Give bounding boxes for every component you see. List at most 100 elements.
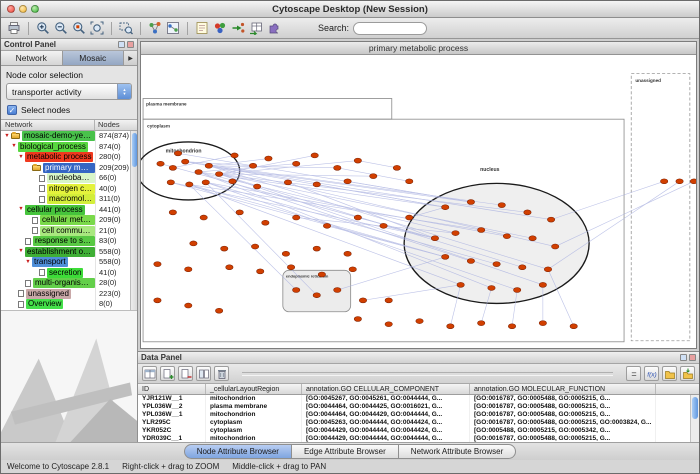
network-node[interactable] bbox=[154, 262, 161, 267]
network-canvas[interactable]: plasma membranecytoplasmmitochondrionnuc… bbox=[141, 55, 696, 348]
tree-row[interactable]: cellular metabolic process209(0) bbox=[1, 215, 130, 226]
tree-row[interactable]: ▼biological_process874(0) bbox=[1, 142, 130, 153]
create-attribute-icon[interactable] bbox=[160, 366, 175, 381]
network-node[interactable] bbox=[354, 317, 361, 322]
import-attributes-icon[interactable] bbox=[680, 366, 695, 381]
tree-scrollbar-thumb[interactable] bbox=[132, 133, 137, 167]
network-node[interactable] bbox=[215, 308, 222, 313]
network-node[interactable] bbox=[282, 251, 289, 256]
network-node[interactable] bbox=[344, 251, 351, 256]
network-node[interactable] bbox=[442, 254, 449, 259]
network-node[interactable] bbox=[488, 285, 495, 290]
zoom-window-button[interactable] bbox=[31, 5, 39, 13]
network-edge[interactable] bbox=[288, 182, 435, 238]
network-node[interactable] bbox=[313, 293, 320, 298]
tree-row[interactable]: ▼transport558(0) bbox=[1, 257, 130, 268]
network-node[interactable] bbox=[323, 223, 330, 228]
network-node[interactable] bbox=[370, 174, 377, 179]
select-attributes-icon[interactable] bbox=[142, 366, 157, 381]
network-node[interactable] bbox=[154, 298, 161, 303]
network-node[interactable] bbox=[452, 231, 459, 236]
network-node[interactable] bbox=[503, 234, 510, 239]
table-row[interactable]: YKR052Ccytoplasm[GO:0044429, GO:0044444,… bbox=[138, 427, 699, 435]
import-table-icon[interactable] bbox=[248, 20, 264, 36]
table-row[interactable]: YDR039C__1mitochondrion[GO:0044429, GO:0… bbox=[138, 435, 699, 442]
network-node[interactable] bbox=[547, 217, 554, 222]
network-node[interactable] bbox=[181, 159, 188, 164]
expander-icon[interactable]: ▼ bbox=[3, 134, 11, 140]
expander-icon[interactable]: ▼ bbox=[17, 207, 25, 213]
network-node[interactable] bbox=[231, 153, 238, 158]
tab-edge-attribute-browser[interactable]: Edge Attribute Browser bbox=[292, 444, 399, 459]
network-node[interactable] bbox=[262, 220, 269, 225]
table-row[interactable]: YLR295Ccytoplasm[GO:0045263, GO:0044444,… bbox=[138, 419, 699, 427]
table-scrollbar[interactable] bbox=[690, 395, 699, 442]
table-row[interactable]: YPL036W__1mitochondrion[GO:0044464, GO:0… bbox=[138, 411, 699, 419]
network-node[interactable] bbox=[431, 236, 438, 241]
tree-row[interactable]: secretion41(0) bbox=[1, 268, 130, 279]
network-node[interactable] bbox=[292, 288, 299, 293]
network-node[interactable] bbox=[513, 288, 520, 293]
network-node[interactable] bbox=[313, 182, 320, 187]
network-node[interactable] bbox=[442, 205, 449, 210]
network-node[interactable] bbox=[167, 180, 174, 185]
network-node[interactable] bbox=[457, 282, 464, 287]
network-node[interactable] bbox=[169, 165, 176, 170]
network-node[interactable] bbox=[447, 324, 454, 329]
network-node[interactable] bbox=[253, 184, 260, 189]
network-node[interactable] bbox=[215, 172, 222, 177]
zoom-out-icon[interactable] bbox=[53, 20, 69, 36]
network-node[interactable] bbox=[226, 265, 233, 270]
network-node[interactable] bbox=[185, 267, 192, 272]
tree-row[interactable]: Overview8(0) bbox=[1, 299, 130, 310]
tree-row[interactable]: ▼cellular process441(0) bbox=[1, 205, 130, 216]
network-node[interactable] bbox=[477, 321, 484, 326]
network-node[interactable] bbox=[169, 210, 176, 215]
network-node[interactable] bbox=[195, 170, 202, 175]
network-node[interactable] bbox=[477, 227, 484, 232]
tree-row[interactable]: ▼establishment of localization558(0) bbox=[1, 247, 130, 258]
network-edge[interactable] bbox=[358, 161, 397, 168]
column-header-cellularlayoutregion[interactable]: _cellularLayoutRegion bbox=[206, 384, 302, 394]
tab-node-attribute-browser[interactable]: Node Attribute Browser bbox=[184, 444, 292, 459]
network-node[interactable] bbox=[493, 262, 500, 267]
tab-network-attribute-browser[interactable]: Network Attribute Browser bbox=[399, 444, 516, 459]
network-node[interactable] bbox=[313, 246, 320, 251]
network-node[interactable] bbox=[249, 163, 256, 168]
network-node[interactable] bbox=[498, 203, 505, 208]
network-node[interactable] bbox=[467, 200, 474, 205]
tree-scrollbar[interactable] bbox=[130, 131, 137, 310]
network-overview-icon[interactable] bbox=[147, 20, 163, 36]
search-input[interactable] bbox=[353, 22, 427, 35]
network-node[interactable] bbox=[406, 215, 413, 220]
tree-row[interactable]: ▼metabolic process280(0) bbox=[1, 152, 130, 163]
network-node[interactable] bbox=[334, 165, 341, 170]
tree-column-nodes[interactable]: Nodes bbox=[95, 120, 137, 130]
network-node[interactable] bbox=[416, 319, 423, 324]
network-edge[interactable] bbox=[171, 182, 445, 257]
close-panel-icon[interactable] bbox=[127, 41, 134, 48]
float-data-panel-icon[interactable] bbox=[680, 354, 687, 361]
network-node[interactable] bbox=[229, 179, 236, 184]
column-header-id[interactable]: ID bbox=[138, 384, 206, 394]
table-row[interactable]: YJR121W__1mitochondrion[GO:0045267, GO:0… bbox=[138, 395, 699, 403]
network-node[interactable] bbox=[265, 156, 272, 161]
network-node[interactable] bbox=[344, 179, 351, 184]
select-nodes-checkbox[interactable] bbox=[7, 105, 17, 115]
network-node[interactable] bbox=[539, 282, 546, 287]
network-node[interactable] bbox=[354, 158, 361, 163]
tree-row[interactable]: multi-organism process28(0) bbox=[1, 278, 130, 289]
column-header-annotation-go-molecular-function[interactable]: annotation.GO MOLECULAR_FUNCTION bbox=[470, 384, 656, 394]
tree-row[interactable]: primary metabolic process209(209) bbox=[1, 163, 130, 174]
network-node[interactable] bbox=[529, 236, 536, 241]
network-node[interactable] bbox=[354, 215, 361, 220]
network-node[interactable] bbox=[221, 246, 228, 251]
network-node[interactable] bbox=[292, 161, 299, 166]
network-node[interactable] bbox=[349, 267, 356, 272]
network-node[interactable] bbox=[539, 321, 546, 326]
network-node[interactable] bbox=[359, 298, 366, 303]
network-node[interactable] bbox=[236, 210, 243, 215]
network-node[interactable] bbox=[385, 322, 392, 327]
network-node[interactable] bbox=[186, 182, 193, 187]
network-node[interactable] bbox=[318, 272, 325, 277]
